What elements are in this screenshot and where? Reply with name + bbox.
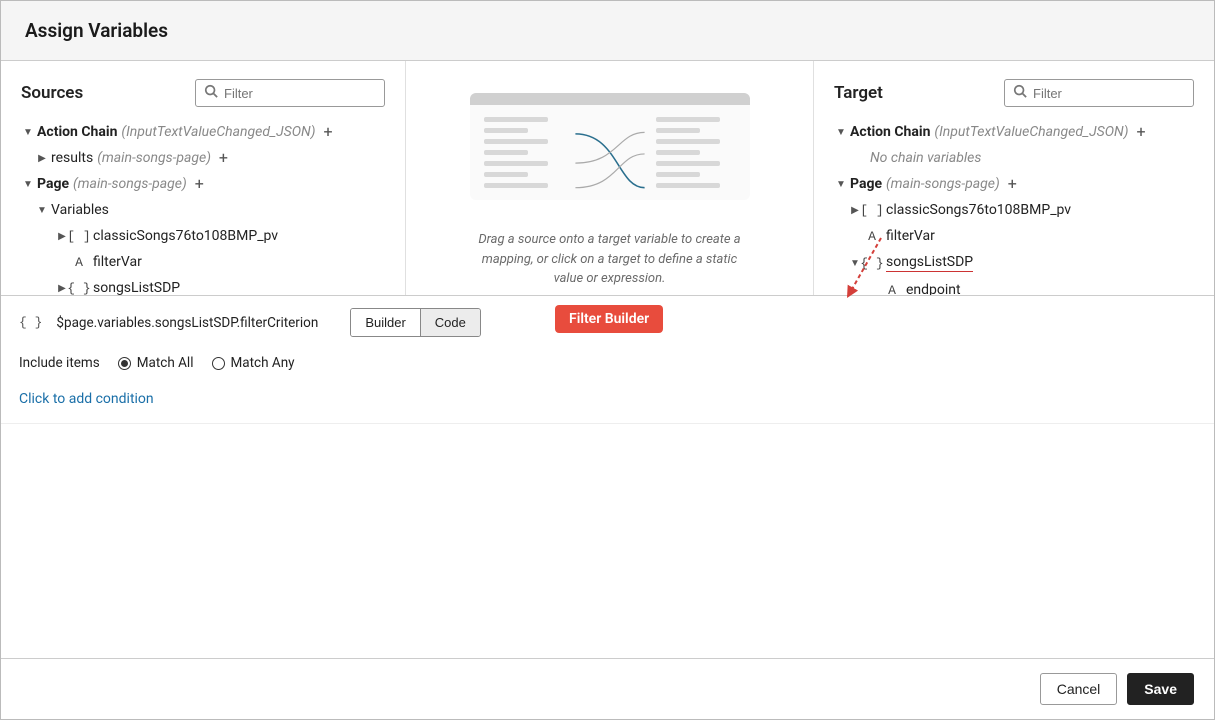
- center-panel: Drag a source onto a target variable to …: [406, 61, 814, 295]
- radio-unchecked-icon: [212, 357, 225, 370]
- mapping-illustration: [470, 93, 750, 200]
- caret-down-icon[interactable]: ▼: [37, 205, 47, 216]
- string-icon: A: [864, 229, 880, 244]
- object-icon: { }: [19, 315, 42, 330]
- save-button[interactable]: Save: [1127, 673, 1194, 705]
- code-tab[interactable]: Code: [420, 309, 480, 336]
- tree-item-classic-songs[interactable]: ▶ [ ] classicSongs76to108BMP_pv: [21, 223, 385, 249]
- tree-item-filtervar[interactable]: A filterVar: [834, 223, 1194, 249]
- builder-tab[interactable]: Builder: [351, 309, 419, 336]
- plus-icon[interactable]: +: [323, 124, 332, 140]
- array-icon: [ ]: [71, 229, 87, 244]
- binding-path: $page.variables.songsListSDP.filterCrite…: [56, 315, 318, 331]
- radio-checked-icon: [118, 357, 131, 370]
- builder-panel: { } $page.variables.songsListSDP.filterC…: [1, 295, 1214, 424]
- add-condition-link[interactable]: Click to add condition: [19, 391, 1196, 407]
- center-hint-1: Drag a source onto a target variable to …: [470, 230, 750, 289]
- object-icon: { }: [71, 281, 87, 296]
- sources-panel: Sources ▼ Action Chain (InputTextValueCh…: [1, 61, 406, 295]
- tree-item-songslistsdp[interactable]: ▶ { } songsListSDP: [21, 275, 385, 295]
- dialog-footer: Cancel Save: [1, 658, 1214, 719]
- main-area: Sources ▼ Action Chain (InputTextValueCh…: [1, 61, 1214, 295]
- match-all-radio[interactable]: Match All: [118, 355, 194, 371]
- view-toggle: Builder Code: [350, 308, 481, 337]
- tree-item-page[interactable]: ▼ Page (main-songs-page) +: [834, 171, 1194, 197]
- tree-item-action-chain[interactable]: ▼ Action Chain (InputTextValueChanged_JS…: [834, 119, 1194, 145]
- caret-down-icon[interactable]: ▼: [850, 258, 860, 269]
- search-icon: [204, 84, 218, 102]
- tree-item-songslistsdp[interactable]: ▼ { } songsListSDP: [834, 249, 1194, 277]
- cancel-button[interactable]: Cancel: [1040, 673, 1118, 705]
- plus-icon[interactable]: +: [1008, 176, 1017, 192]
- tree-item-filtervar[interactable]: A filterVar: [21, 249, 385, 275]
- caret-right-icon[interactable]: ▶: [850, 205, 860, 216]
- string-icon: A: [71, 255, 87, 270]
- tree-item-page[interactable]: ▼ Page (main-songs-page) +: [21, 171, 385, 197]
- caret-right-icon[interactable]: ▶: [37, 153, 47, 164]
- caret-down-icon[interactable]: ▼: [836, 179, 846, 190]
- tree-item-endpoint[interactable]: A endpoint: [834, 277, 1194, 295]
- target-filter-input[interactable]: [1033, 86, 1209, 101]
- tree-item-results[interactable]: ▶ results (main-songs-page) +: [21, 145, 385, 171]
- caret-down-icon[interactable]: ▼: [23, 127, 33, 138]
- caret-down-icon[interactable]: ▼: [836, 127, 846, 138]
- array-icon: [ ]: [864, 203, 880, 218]
- target-title: Target: [834, 83, 883, 103]
- caret-down-icon[interactable]: ▼: [23, 179, 33, 190]
- sources-filter[interactable]: [195, 79, 385, 107]
- no-chain-variables: No chain variables: [834, 145, 1194, 171]
- target-panel: Target ▼ Action Chain (InputTextValueCha…: [814, 61, 1214, 295]
- match-any-radio[interactable]: Match Any: [212, 355, 295, 371]
- dialog-header: Assign Variables: [1, 1, 1214, 61]
- target-filter[interactable]: [1004, 79, 1194, 107]
- object-icon: { }: [864, 256, 880, 271]
- plus-icon[interactable]: +: [1136, 124, 1145, 140]
- sources-title: Sources: [21, 83, 83, 103]
- plus-icon[interactable]: +: [219, 150, 228, 166]
- include-items-label: Include items: [19, 355, 100, 371]
- caret-right-icon[interactable]: ▶: [57, 231, 67, 242]
- tree-item-variables[interactable]: ▼ Variables: [21, 197, 385, 223]
- string-icon: A: [884, 283, 900, 296]
- sources-filter-input[interactable]: [224, 86, 400, 101]
- filter-builder-badge: Filter Builder: [555, 305, 663, 333]
- tree-item-action-chain[interactable]: ▼ Action Chain (InputTextValueChanged_JS…: [21, 119, 385, 145]
- dialog-title: Assign Variables: [25, 19, 1190, 42]
- tree-item-classic-songs[interactable]: ▶ [ ] classicSongs76to108BMP_pv: [834, 197, 1194, 223]
- search-icon: [1013, 84, 1027, 102]
- plus-icon[interactable]: +: [195, 176, 204, 192]
- target-tree: ▼ Action Chain (InputTextValueChanged_JS…: [834, 119, 1194, 295]
- caret-right-icon[interactable]: ▶: [57, 283, 67, 294]
- sources-tree: ▼ Action Chain (InputTextValueChanged_JS…: [21, 119, 385, 295]
